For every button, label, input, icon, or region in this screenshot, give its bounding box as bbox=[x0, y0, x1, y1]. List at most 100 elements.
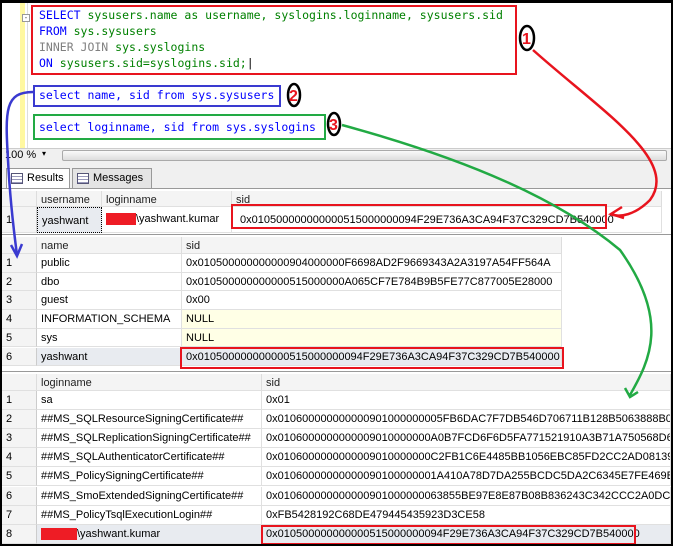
sid-highlight bbox=[180, 347, 564, 369]
corner-cell bbox=[2, 237, 37, 254]
cell-sid[interactable]: 0xFB5428192C68DE479445435923D3CE58 bbox=[262, 505, 671, 525]
grid-icon bbox=[11, 173, 23, 184]
row-number[interactable]: 3 bbox=[2, 291, 37, 311]
change-margin bbox=[20, 3, 25, 148]
cell-sid[interactable]: 0x010600000000000901000000005FB6DAC7F7DB… bbox=[262, 410, 671, 430]
zoom-select[interactable]: 100 % bbox=[5, 149, 36, 161]
chevron-down-icon[interactable]: ▾ bbox=[42, 149, 46, 158]
header-row: name sid bbox=[2, 237, 562, 254]
row-number[interactable]: 5 bbox=[2, 467, 37, 487]
cell-name[interactable]: sys bbox=[37, 328, 182, 348]
row-number[interactable]: 1 bbox=[2, 391, 37, 411]
cell-name[interactable]: dbo bbox=[37, 272, 182, 292]
cell-loginname[interactable]: ##MS_PolicyTsqlExecutionLogin## bbox=[37, 505, 262, 525]
cell-loginname[interactable]: ##MS_SQLResourceSigningCertificate## bbox=[37, 410, 262, 430]
cell-sid[interactable]: 0x010500000000000904000000F6698AD2F96693… bbox=[182, 254, 562, 273]
query-3-highlight bbox=[33, 114, 326, 140]
row-number[interactable]: 7 bbox=[2, 505, 37, 525]
table-row[interactable]: 2 dbo 0x010500000000000515000000A065CF7E78… bbox=[2, 272, 562, 292]
cell-loginname[interactable]: ##MS_SmoExtendedSigningCertificate## bbox=[37, 486, 262, 506]
row-number[interactable]: 2 bbox=[2, 410, 37, 430]
corner-cell bbox=[2, 191, 37, 207]
loginname-text: ##MS_PolicySigningCertificate## bbox=[41, 470, 204, 483]
sid-highlight bbox=[261, 525, 636, 545]
column-header[interactable]: username bbox=[37, 191, 102, 207]
cell-sid[interactable]: NULL bbox=[182, 328, 562, 348]
editor-status-bar: 100 % ▾ bbox=[2, 148, 671, 162]
table-row[interactable]: 6 ##MS_SmoExtendedSigningCertificate## 0x0… bbox=[2, 486, 671, 506]
cell-sid[interactable]: 0x0106000000000009010000000A0B7FCD6F6D5F… bbox=[262, 429, 671, 449]
cell-sid[interactable]: 0x0106000000000009010000000C2FB1C6E4485B… bbox=[262, 448, 671, 468]
loginname-text: \yashwant.kumar bbox=[136, 213, 220, 225]
table-row[interactable]: 5 ##MS_PolicySigningCertificate## 0x010600… bbox=[2, 467, 671, 487]
cell-name[interactable]: INFORMATION_SCHEMA bbox=[37, 310, 182, 329]
results-grid-2[interactable]: name sid 1 public 0x0105000000000009040000… bbox=[2, 234, 671, 370]
row-number[interactable]: 8 bbox=[2, 524, 37, 544]
table-row[interactable]: 1 public 0x010500000000000904000000F6698AD… bbox=[2, 254, 562, 273]
results-tabs: Results Messages bbox=[2, 162, 671, 188]
table-row[interactable]: 5 sys NULL bbox=[2, 328, 562, 348]
cell-loginname[interactable]: ##MS_PolicySigningCertificate## bbox=[37, 467, 262, 487]
row-number[interactable]: 3 bbox=[2, 429, 37, 449]
loginname-text: ##MS_PolicyTsqlExecutionLogin## bbox=[41, 508, 213, 521]
cell-loginname[interactable]: sa bbox=[37, 391, 262, 411]
tab-messages[interactable]: Messages bbox=[72, 168, 152, 188]
row-number[interactable]: 6 bbox=[2, 347, 37, 367]
header-row: loginname sid bbox=[2, 374, 671, 391]
table-row[interactable]: 7 ##MS_PolicyTsqlExecutionLogin## 0xFB5428… bbox=[2, 505, 671, 525]
cell-name[interactable]: guest bbox=[37, 291, 182, 311]
table-row[interactable]: 4 INFORMATION_SCHEMA NULL bbox=[2, 310, 562, 329]
cell-sid[interactable]: 0x00 bbox=[182, 291, 562, 311]
query-editor[interactable]: - SELECT sysusers.name as username, sysl… bbox=[2, 3, 671, 148]
cell-name[interactable]: yashwant bbox=[37, 347, 182, 367]
column-header[interactable]: name bbox=[37, 237, 182, 254]
messages-icon bbox=[77, 173, 89, 184]
cell-name[interactable]: public bbox=[37, 254, 182, 273]
row-number[interactable]: 5 bbox=[2, 328, 37, 348]
row-number[interactable]: 4 bbox=[2, 448, 37, 468]
tab-results[interactable]: Results bbox=[6, 168, 70, 188]
collapse-toggle[interactable]: - bbox=[22, 14, 30, 22]
corner-cell bbox=[2, 374, 37, 391]
table-row[interactable]: 2 ##MS_SQLResourceSigningCertificate## 0x0… bbox=[2, 410, 671, 430]
gutter-line bbox=[27, 3, 28, 148]
column-header[interactable]: loginname bbox=[102, 191, 232, 207]
cell-loginname[interactable]: ##MS_SQLReplicationSigningCertificate## bbox=[37, 429, 262, 449]
cell-sid[interactable]: 0x010500000000000515000000A065CF7E784B9B… bbox=[182, 272, 562, 292]
table-row[interactable]: 4 ##MS_SQLAuthenticatorCertificate## 0x010… bbox=[2, 448, 671, 468]
redacted-domain bbox=[106, 213, 136, 226]
loginname-text: ##MS_SQLResourceSigningCertificate## bbox=[41, 413, 244, 426]
table-row[interactable]: 1 sa 0x01 bbox=[2, 391, 671, 411]
row-number[interactable]: 1 bbox=[2, 254, 37, 273]
cell-username[interactable]: yashwant bbox=[37, 207, 102, 233]
table-row[interactable]: 3 guest 0x00 bbox=[2, 291, 562, 311]
loginname-text: sa bbox=[41, 394, 53, 406]
row-number[interactable]: 2 bbox=[2, 272, 37, 292]
column-header[interactable]: sid bbox=[262, 374, 671, 391]
row-number[interactable]: 1 bbox=[2, 207, 37, 233]
loginname-text: ##MS_SmoExtendedSigningCertificate## bbox=[41, 489, 244, 502]
tab-label: Messages bbox=[93, 172, 144, 184]
horizontal-scrollbar[interactable] bbox=[62, 150, 667, 161]
table-row[interactable]: 3 ##MS_SQLReplicationSigningCertificate##… bbox=[2, 429, 671, 449]
cell-sid[interactable]: 0x010600000000000901000000063855BE97E8E8… bbox=[262, 486, 671, 506]
redacted-domain bbox=[41, 527, 77, 540]
sid-highlight bbox=[231, 204, 607, 229]
cell-loginname[interactable]: \yashwant.kumar bbox=[37, 524, 262, 544]
cell-sid[interactable]: NULL bbox=[182, 310, 562, 329]
loginname-text: ##MS_SQLReplicationSigningCertificate## bbox=[41, 432, 251, 445]
tab-label: Results bbox=[27, 172, 64, 184]
column-header[interactable]: loginname bbox=[37, 374, 262, 391]
column-header[interactable]: sid bbox=[182, 237, 562, 254]
cell-loginname[interactable]: \yashwant.kumar bbox=[102, 207, 232, 233]
row-number[interactable]: 6 bbox=[2, 486, 37, 506]
query-1-highlight bbox=[31, 5, 517, 75]
cell-loginname[interactable]: ##MS_SQLAuthenticatorCertificate## bbox=[37, 448, 262, 468]
loginname-text: \yashwant.kumar bbox=[77, 527, 161, 540]
results-grid-3[interactable]: loginname sid 1 sa 0x01 2 ##MS_SQLResourceSi… bbox=[2, 371, 671, 546]
query-2-highlight bbox=[33, 85, 281, 107]
cell-sid[interactable]: 0x01 bbox=[262, 391, 671, 411]
results-grid-1[interactable]: username loginname sid 1 yashwant \yashw… bbox=[2, 188, 671, 234]
row-number[interactable]: 4 bbox=[2, 310, 37, 329]
cell-sid[interactable]: 0x01060000000000090100000001A410A78D7DA2… bbox=[262, 467, 671, 487]
